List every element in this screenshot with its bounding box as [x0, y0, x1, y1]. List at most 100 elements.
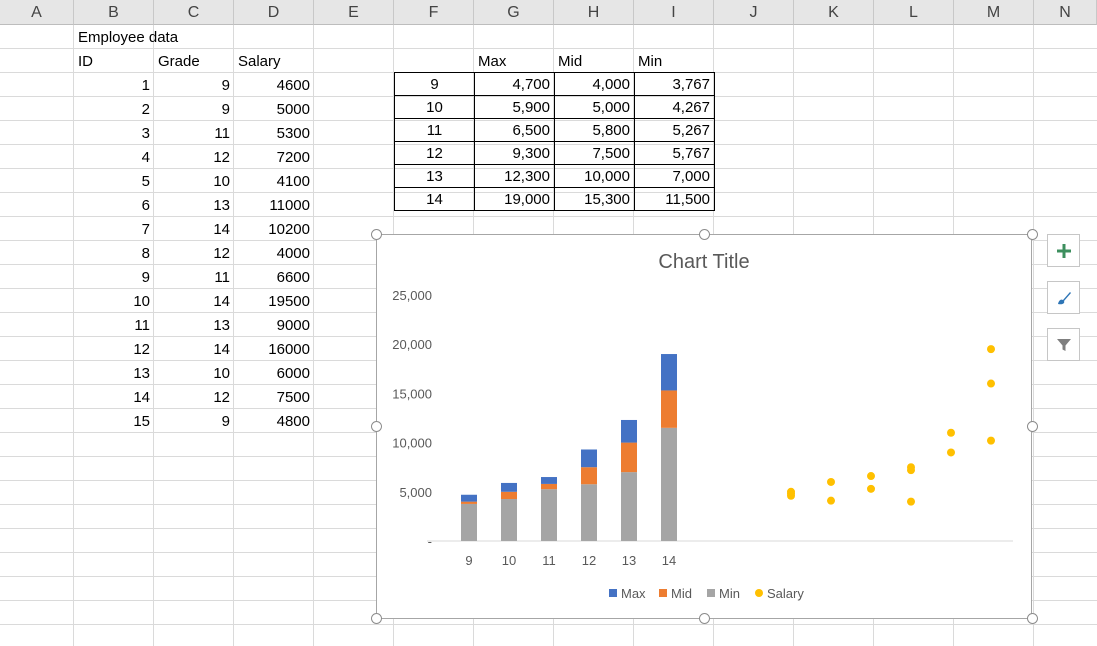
employee-grade-cell[interactable]: 14	[154, 290, 234, 313]
salary-header[interactable]: Salary	[234, 50, 314, 73]
employee-id-cell[interactable]: 4	[74, 146, 154, 169]
column-header-c[interactable]: C	[154, 0, 234, 25]
resize-handle-right[interactable]	[1027, 421, 1038, 432]
range-min-cell[interactable]: 4,267	[634, 95, 715, 119]
salary-point[interactable]	[827, 496, 835, 505]
column-header-b[interactable]: B	[74, 0, 154, 25]
chart-filters-button[interactable]	[1047, 328, 1080, 361]
employee-grade-cell[interactable]: 9	[154, 410, 234, 433]
column-header-m[interactable]: M	[954, 0, 1034, 25]
employee-grade-cell[interactable]: 13	[154, 314, 234, 337]
employee-salary-cell[interactable]: 4800	[234, 410, 314, 433]
resize-handle-left[interactable]	[371, 421, 382, 432]
bar-min-grade-10[interactable]	[501, 499, 517, 541]
chart-styles-button[interactable]	[1047, 281, 1080, 314]
employee-id-cell[interactable]: 9	[74, 266, 154, 289]
employee-salary-cell[interactable]: 10200	[234, 218, 314, 241]
range-min-cell[interactable]: 5,767	[634, 141, 715, 165]
column-header-j[interactable]: J	[714, 0, 794, 25]
range-max-cell[interactable]: 5,900	[474, 95, 555, 119]
employee-grade-cell[interactable]: 12	[154, 242, 234, 265]
employee-grade-cell[interactable]: 11	[154, 122, 234, 145]
grade-header[interactable]: Grade	[154, 50, 234, 73]
column-header-a[interactable]: A	[0, 0, 74, 25]
bar-mid-grade-12[interactable]	[581, 467, 597, 485]
range-grade-cell[interactable]: 10	[394, 95, 475, 119]
employee-data-title[interactable]: Employee data	[74, 26, 234, 49]
min-header[interactable]: Min	[634, 50, 714, 73]
employee-id-cell[interactable]: 15	[74, 410, 154, 433]
range-min-cell[interactable]: 11,500	[634, 187, 715, 211]
employee-grade-cell[interactable]: 13	[154, 194, 234, 217]
range-grade-cell[interactable]: 9	[394, 72, 475, 96]
resize-handle-bottom-left[interactable]	[371, 613, 382, 624]
employee-salary-cell[interactable]: 4000	[234, 242, 314, 265]
resize-handle-top-left[interactable]	[371, 229, 382, 240]
range-grade-cell[interactable]: 12	[394, 141, 475, 165]
employee-grade-cell[interactable]: 11	[154, 266, 234, 289]
bar-min-grade-14[interactable]	[661, 427, 677, 541]
bar-max-grade-11[interactable]	[541, 477, 557, 484]
column-header-d[interactable]: D	[234, 0, 314, 25]
range-mid-cell[interactable]: 5,000	[554, 95, 635, 119]
salary-point[interactable]	[787, 489, 795, 498]
range-max-cell[interactable]: 19,000	[474, 187, 555, 211]
range-max-cell[interactable]: 9,300	[474, 141, 555, 165]
employee-id-cell[interactable]: 12	[74, 338, 154, 361]
employee-grade-cell[interactable]: 14	[154, 338, 234, 361]
bar-max-grade-10[interactable]	[501, 482, 517, 492]
employee-id-cell[interactable]: 6	[74, 194, 154, 217]
chart-title[interactable]: Chart Title	[658, 251, 749, 273]
range-min-cell[interactable]: 7,000	[634, 164, 715, 188]
salary-point[interactable]	[947, 428, 955, 437]
range-grade-cell[interactable]: 14	[394, 187, 475, 211]
employee-id-cell[interactable]: 5	[74, 170, 154, 193]
bar-min-grade-11[interactable]	[541, 489, 557, 541]
max-header[interactable]: Max	[474, 50, 554, 73]
range-max-cell[interactable]: 4,700	[474, 72, 555, 96]
employee-salary-cell[interactable]: 5300	[234, 122, 314, 145]
resize-handle-bottom-right[interactable]	[1027, 613, 1038, 624]
salary-point[interactable]	[947, 448, 955, 457]
range-grade-cell[interactable]: 13	[394, 164, 475, 188]
employee-id-cell[interactable]: 13	[74, 362, 154, 385]
column-header-f[interactable]: F	[394, 0, 474, 25]
column-header-n[interactable]: N	[1034, 0, 1097, 25]
resize-handle-top-right[interactable]	[1027, 229, 1038, 240]
employee-id-cell[interactable]: 3	[74, 122, 154, 145]
range-mid-cell[interactable]: 4,000	[554, 72, 635, 96]
employee-salary-cell[interactable]: 16000	[234, 338, 314, 361]
employee-salary-cell[interactable]: 4100	[234, 170, 314, 193]
column-header-l[interactable]: L	[874, 0, 954, 25]
column-header-g[interactable]: G	[474, 0, 554, 25]
resize-handle-top[interactable]	[699, 229, 710, 240]
column-header-h[interactable]: H	[554, 0, 634, 25]
column-header-k[interactable]: K	[794, 0, 874, 25]
range-mid-cell[interactable]: 5,800	[554, 118, 635, 142]
range-max-cell[interactable]: 6,500	[474, 118, 555, 142]
salary-point[interactable]	[867, 484, 875, 493]
bar-max-grade-13[interactable]	[621, 419, 637, 443]
employee-salary-cell[interactable]: 6000	[234, 362, 314, 385]
bar-mid-grade-9[interactable]	[461, 501, 477, 504]
bar-max-grade-12[interactable]	[581, 449, 597, 468]
employee-grade-cell[interactable]: 9	[154, 74, 234, 97]
employee-grade-cell[interactable]: 10	[154, 170, 234, 193]
employee-salary-cell[interactable]: 5000	[234, 98, 314, 121]
range-mid-cell[interactable]: 7,500	[554, 141, 635, 165]
employee-salary-cell[interactable]: 11000	[234, 194, 314, 217]
range-min-cell[interactable]: 5,267	[634, 118, 715, 142]
chart-elements-button[interactable]	[1047, 234, 1080, 267]
bar-max-grade-9[interactable]	[461, 494, 477, 502]
bar-mid-grade-11[interactable]	[541, 483, 557, 490]
salary-point[interactable]	[827, 477, 835, 486]
employee-id-cell[interactable]: 8	[74, 242, 154, 265]
chart-area[interactable]: Chart Title -5,00010,00015,00020,00025,0…	[376, 234, 1032, 619]
employee-grade-cell[interactable]: 14	[154, 218, 234, 241]
employee-grade-cell[interactable]: 10	[154, 362, 234, 385]
employee-id-cell[interactable]: 10	[74, 290, 154, 313]
employee-salary-cell[interactable]: 6600	[234, 266, 314, 289]
range-mid-cell[interactable]: 15,300	[554, 187, 635, 211]
salary-point[interactable]	[987, 379, 995, 388]
bar-max-grade-14[interactable]	[661, 354, 677, 391]
